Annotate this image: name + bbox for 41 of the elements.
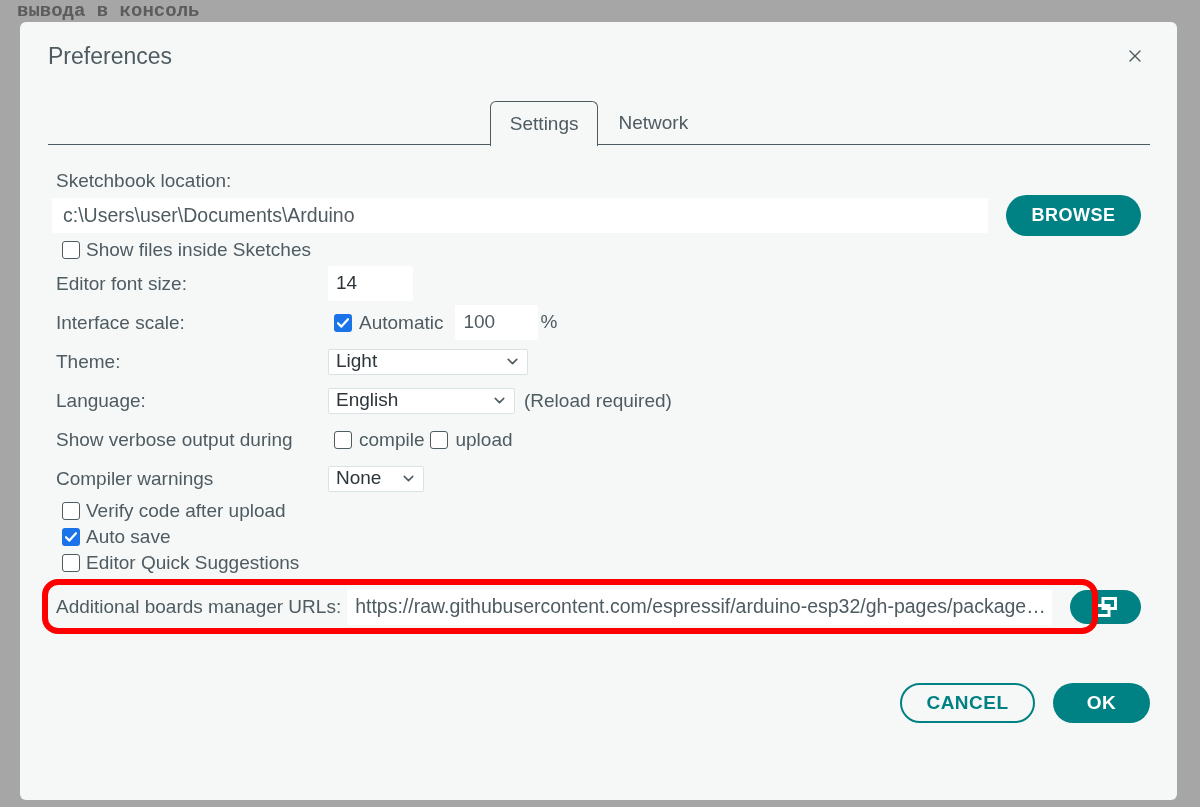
setting-label: Theme: — [56, 349, 121, 374]
note-text: (Reload required) — [524, 388, 672, 413]
checkbox[interactable] — [430, 430, 449, 449]
dropdown[interactable]: None — [328, 465, 424, 492]
setting-label: Auto save — [86, 525, 171, 549]
background-code-text: вывода в консоль — [17, 1, 200, 21]
setting-label: upload — [455, 427, 513, 452]
cancel-button[interactable]: CANCEL — [900, 683, 1035, 723]
checkbox[interactable] — [62, 554, 80, 572]
checkbox[interactable] — [62, 502, 80, 520]
checkmark-icon — [65, 532, 77, 542]
setting-label: compile — [359, 427, 425, 452]
checkbox[interactable] — [62, 528, 80, 546]
dropdown[interactable]: Light — [328, 348, 528, 375]
edit-list-button[interactable] — [1070, 590, 1141, 624]
tab[interactable]: Network — [598, 101, 709, 145]
setting-label: Language: — [56, 388, 146, 413]
unit-label: % — [540, 310, 558, 335]
setting-label: Editor Quick Suggestions — [86, 551, 300, 575]
dialog-title: Preferences — [48, 43, 172, 69]
url-field[interactable]: https://raw.githubusercontent.com/espressif/arduino-esp32/gh-pages/package… — [347, 589, 1052, 625]
setting-label: Editor font size: — [56, 271, 187, 296]
tab[interactable]: Settings — [489, 101, 599, 146]
setting-label: Verify code after upload — [86, 499, 286, 523]
number-field[interactable]: 14 — [328, 266, 413, 301]
number-field[interactable]: 100 — [455, 305, 539, 340]
checkbox[interactable] — [334, 430, 352, 449]
ok-button[interactable]: OK — [1053, 683, 1150, 723]
setting-label: Show files inside Sketches — [86, 238, 311, 262]
setting-label: Sketchbook location: — [56, 169, 232, 193]
setting-label: Automatic — [359, 310, 444, 335]
text-field[interactable]: c:\Users\user\Documents\Arduino — [52, 198, 988, 233]
dropdown[interactable]: English — [328, 387, 515, 414]
setting-label: Interface scale: — [56, 310, 185, 335]
checkbox[interactable] — [62, 241, 80, 259]
setting-label: Additional boards manager URLs: — [56, 595, 342, 619]
checkbox[interactable] — [334, 313, 352, 332]
browse-button[interactable]: BROWSE — [1006, 195, 1141, 236]
checkmark-icon — [337, 317, 349, 328]
setting-label: Show verbose output during — [56, 427, 293, 452]
setting-label: Compiler warnings — [56, 466, 214, 491]
